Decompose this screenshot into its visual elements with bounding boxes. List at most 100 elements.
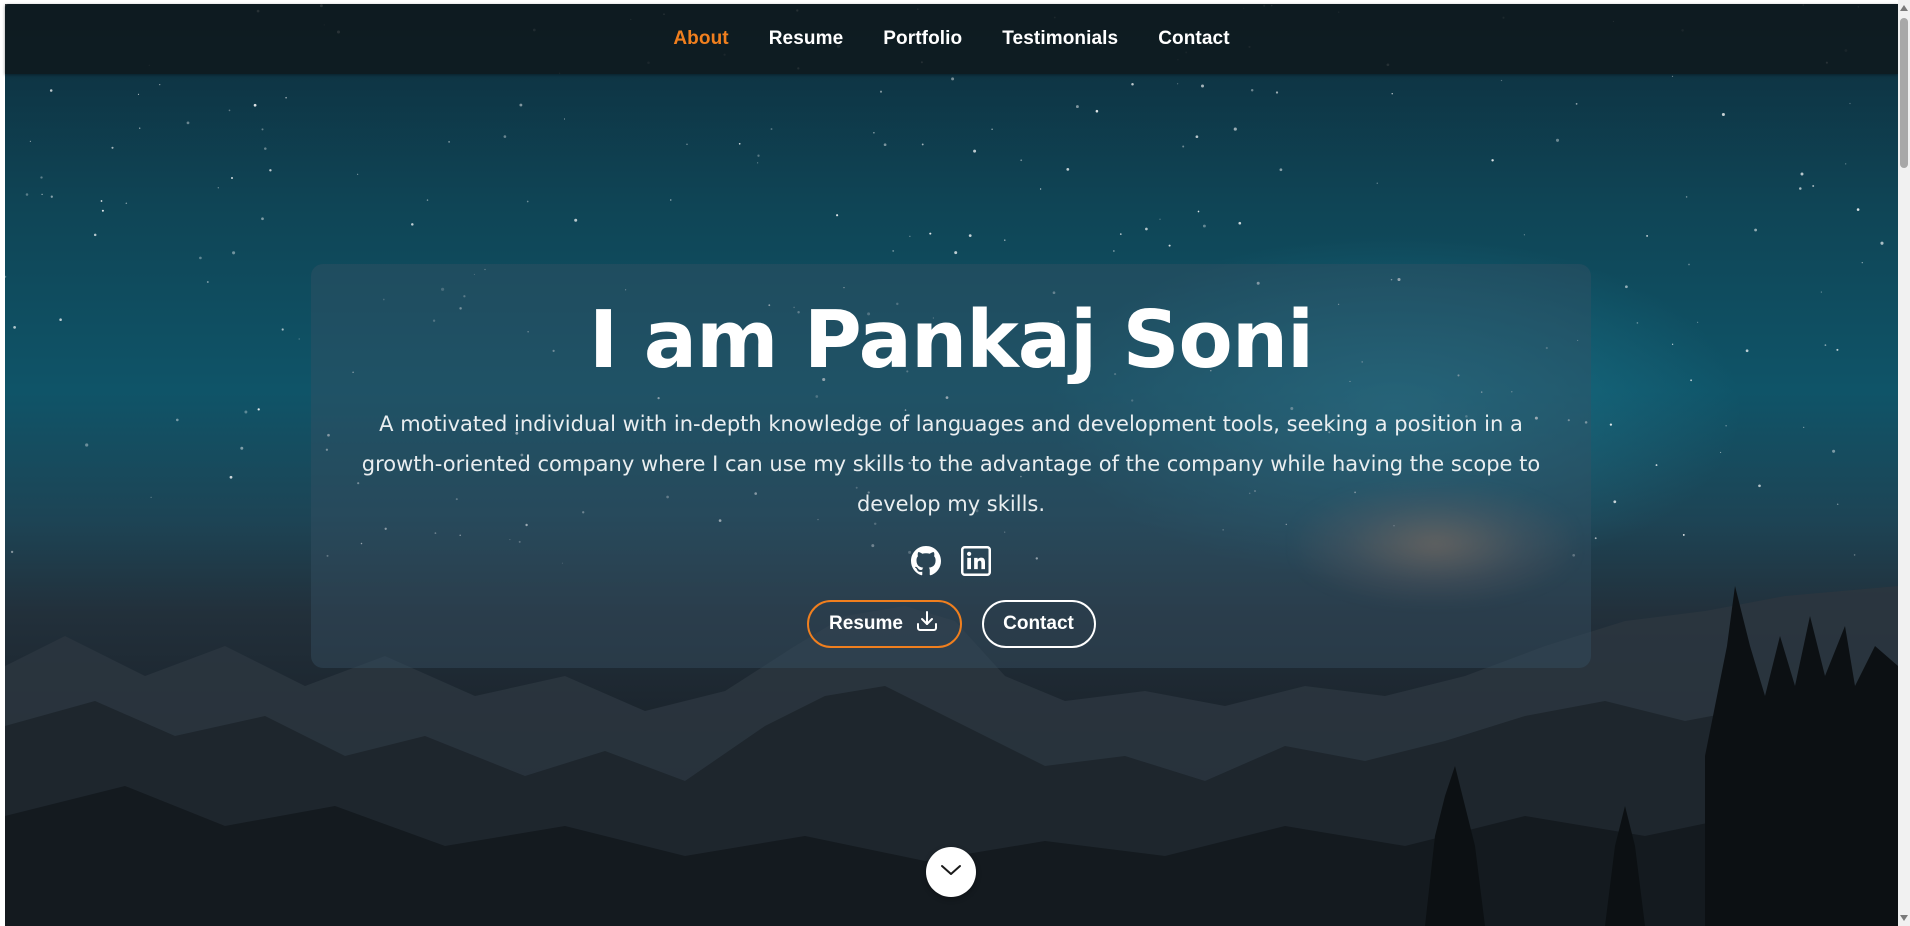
star xyxy=(85,443,89,447)
star xyxy=(125,202,128,204)
nav-link-resume[interactable]: Resume xyxy=(769,28,844,50)
star xyxy=(1275,91,1279,94)
star xyxy=(1824,344,1827,346)
star xyxy=(1555,138,1560,142)
star xyxy=(954,251,958,255)
star xyxy=(1836,348,1839,351)
star xyxy=(770,128,773,130)
nav-link-testimonials[interactable]: Testimonials xyxy=(1002,28,1118,50)
star xyxy=(1745,349,1749,353)
hero-actions: Resume Contact xyxy=(311,600,1591,648)
star xyxy=(1182,145,1185,148)
star xyxy=(231,177,233,179)
star xyxy=(1880,241,1884,245)
star xyxy=(1803,426,1805,429)
resume-button-label: Resume xyxy=(829,613,903,634)
scroll-up-arrow[interactable] xyxy=(1900,5,1908,11)
star xyxy=(563,118,566,120)
star xyxy=(757,154,760,157)
star xyxy=(1195,135,1199,139)
github-icon[interactable] xyxy=(911,546,941,576)
star xyxy=(1066,168,1070,171)
star xyxy=(1131,83,1134,86)
hero-title: I am Pankaj Soni xyxy=(588,294,1314,386)
hero-description: A motivated individual with in-depth kno… xyxy=(361,412,1541,516)
star xyxy=(1812,185,1815,187)
star xyxy=(40,176,43,179)
star xyxy=(111,146,114,149)
social-links xyxy=(311,546,1591,578)
star xyxy=(261,128,264,131)
star xyxy=(298,338,300,340)
star xyxy=(1671,343,1674,345)
star xyxy=(883,143,887,147)
star xyxy=(357,173,359,175)
star xyxy=(1095,109,1099,113)
hero-card: I am Pankaj Soni A motivated individual … xyxy=(311,264,1591,668)
nav-link-portfolio[interactable]: Portfolio xyxy=(883,28,962,50)
star xyxy=(264,147,267,150)
star xyxy=(1113,250,1115,252)
star xyxy=(1500,79,1503,82)
star xyxy=(968,234,972,237)
star xyxy=(1197,210,1200,213)
star xyxy=(1613,500,1617,504)
star xyxy=(921,143,924,146)
star xyxy=(1832,449,1836,453)
star xyxy=(1201,84,1204,88)
star xyxy=(228,109,231,112)
star xyxy=(257,408,260,411)
scroll-down-button[interactable] xyxy=(926,847,976,897)
star xyxy=(1177,83,1179,85)
star xyxy=(1004,239,1006,241)
star xyxy=(1671,75,1674,78)
star xyxy=(879,90,883,93)
star xyxy=(232,251,236,255)
star xyxy=(93,233,97,237)
star xyxy=(1725,425,1727,427)
nav-link-contact[interactable]: Contact xyxy=(1158,28,1229,50)
star xyxy=(240,446,244,450)
star xyxy=(1250,89,1254,92)
scroll-down-arrow[interactable] xyxy=(1900,915,1908,921)
star xyxy=(1168,244,1171,247)
star xyxy=(991,128,993,130)
chevron-down-icon xyxy=(940,863,962,882)
page-scrollbar[interactable] xyxy=(1898,0,1910,926)
star xyxy=(1376,182,1378,184)
nav-link-about[interactable]: About xyxy=(673,28,728,50)
linkedin-icon[interactable] xyxy=(961,546,991,576)
star xyxy=(269,169,272,172)
star xyxy=(1758,484,1761,488)
star xyxy=(175,418,179,422)
star xyxy=(29,140,32,143)
scroll-thumb[interactable] xyxy=(1900,18,1908,168)
star xyxy=(411,223,414,226)
star xyxy=(1625,285,1628,289)
star xyxy=(101,209,104,212)
star xyxy=(100,200,103,202)
star xyxy=(951,77,955,81)
star xyxy=(1685,196,1688,198)
top-navbar: About Resume Portfolio Testimonials Cont… xyxy=(5,4,1898,74)
star xyxy=(41,193,43,196)
star xyxy=(1720,451,1722,453)
star xyxy=(1238,221,1242,225)
star xyxy=(1609,423,1613,426)
star xyxy=(503,135,507,138)
star xyxy=(1491,159,1494,162)
star xyxy=(1820,291,1822,293)
star xyxy=(137,93,140,95)
star xyxy=(1799,187,1802,190)
resume-download-button[interactable]: Resume xyxy=(806,600,962,648)
star xyxy=(686,143,688,146)
star xyxy=(1233,127,1237,131)
star xyxy=(285,96,287,99)
star xyxy=(253,103,257,107)
star xyxy=(139,127,141,129)
star xyxy=(159,83,161,86)
star xyxy=(1523,234,1525,236)
star xyxy=(25,193,29,196)
star xyxy=(519,103,523,107)
contact-button[interactable]: Contact xyxy=(981,600,1096,648)
